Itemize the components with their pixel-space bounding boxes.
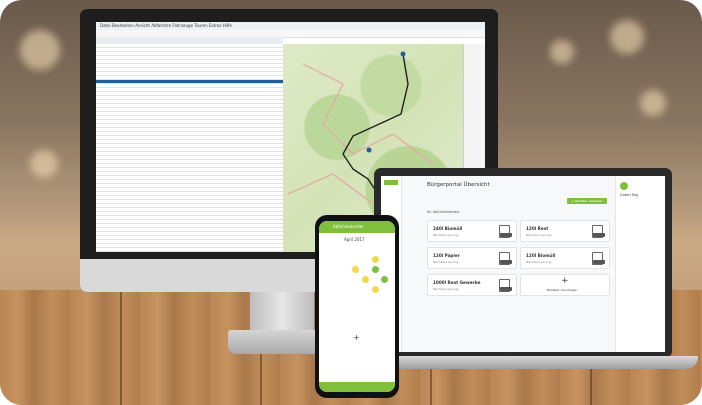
card-subtitle: Nächste Leerung	[526, 233, 552, 237]
card-title: 240l Biomüll	[433, 226, 463, 231]
greeting: Guten Tag	[620, 193, 638, 197]
calendar-day[interactable]	[333, 276, 340, 283]
bokeh-light	[550, 40, 574, 64]
calendar-day[interactable]	[372, 276, 379, 283]
calendar-day[interactable]	[342, 286, 349, 293]
calendar-day[interactable]	[371, 266, 379, 273]
right-panel: Guten Tag	[615, 176, 665, 352]
section-label: Ihr Abfuhrkalender	[427, 210, 460, 214]
add-container-card[interactable]: + Behälter hinzufügen	[520, 274, 610, 296]
card-subtitle: Nächste Leerung	[526, 260, 552, 264]
bokeh-light	[20, 30, 60, 70]
card-title: 1000l Rest Gewerbe	[433, 280, 481, 285]
laptop: Bürgerportal Übersicht Ihr Abfuhrkalende…	[374, 168, 672, 358]
menu-bar[interactable]: Datei Bearbeiten Ansicht Abfahrten Fahrz…	[96, 22, 485, 30]
bokeh-light	[640, 90, 666, 116]
calendar-day[interactable]	[342, 276, 349, 283]
card-action-button[interactable]	[593, 233, 605, 237]
calendar-month: April 2017	[344, 237, 365, 242]
table-row[interactable]	[96, 248, 283, 252]
smartphone: Abfuhrkalender April 2017 +	[315, 215, 399, 398]
calendar-day[interactable]	[352, 256, 359, 263]
container-card[interactable]: 1000l Rest Gewerbe Nächste Leerung	[427, 274, 517, 296]
calendar-day[interactable]	[361, 276, 369, 283]
calendar-day[interactable]	[323, 256, 330, 263]
monitor-stand	[250, 292, 314, 332]
data-grid[interactable]	[96, 44, 283, 252]
mobile-tab-bar[interactable]	[319, 382, 395, 392]
card-action-button[interactable]	[500, 233, 512, 237]
calendar-day[interactable]	[323, 286, 330, 293]
plus-icon: +	[561, 276, 569, 286]
calendar-day[interactable]	[381, 286, 388, 293]
card-subtitle: Nächste Leerung	[433, 287, 459, 291]
calendar-day[interactable]	[362, 246, 369, 253]
calendar-day[interactable]	[371, 286, 379, 293]
calendar-day[interactable]	[333, 256, 340, 263]
card-title: Behälter hinzufügen	[547, 288, 578, 292]
calendar-day[interactable]	[323, 296, 330, 303]
calendar-day[interactable]	[381, 246, 388, 253]
calendar-grid[interactable]	[323, 246, 391, 308]
calendar-day[interactable]	[362, 296, 369, 303]
calendar-day[interactable]	[352, 276, 359, 283]
card-action-button[interactable]	[500, 260, 512, 264]
calendar-day[interactable]	[381, 266, 388, 273]
calendar-day[interactable]	[333, 296, 340, 303]
laptop-web-app: Bürgerportal Übersicht Ihr Abfuhrkalende…	[381, 176, 665, 352]
laptop-base	[352, 356, 698, 369]
card-subtitle: Nächste Leerung	[433, 233, 459, 237]
mobile-app: Abfuhrkalender April 2017 +	[319, 221, 395, 392]
calendar-day[interactable]	[323, 276, 330, 283]
calendar-day[interactable]	[352, 296, 359, 303]
mobile-header-title: Abfuhrkalender	[333, 224, 364, 229]
container-card[interactable]: 120l Rest Nächste Leerung	[520, 220, 610, 242]
calendar-day[interactable]	[342, 266, 349, 273]
calendar-day[interactable]	[362, 266, 369, 273]
calendar-day[interactable]	[342, 246, 349, 253]
card-action-button[interactable]	[500, 287, 512, 291]
logo	[384, 180, 398, 185]
calendar-day[interactable]	[352, 266, 360, 273]
calendar-day[interactable]	[372, 246, 379, 253]
card-subtitle: Nächste Leerung	[433, 260, 459, 264]
product-photo-scene: Datei Bearbeiten Ansicht Abfahrten Fahrz…	[0, 0, 702, 405]
avatar[interactable]	[620, 182, 628, 190]
calendar-day[interactable]	[333, 246, 340, 253]
order-container-button[interactable]: + Behälter bestellen	[567, 198, 607, 204]
mobile-header: Abfuhrkalender	[319, 221, 395, 233]
page-title: Bürgerportal Übersicht	[427, 182, 490, 188]
calendar-day[interactable]	[342, 296, 349, 303]
card-title: 120l Rest	[526, 226, 549, 231]
card-action-button[interactable]	[593, 260, 605, 264]
container-card[interactable]: 120l Biomüll Nächste Leerung	[520, 247, 610, 269]
calendar-day[interactable]	[352, 286, 359, 293]
card-title: 120l Papier	[433, 253, 460, 258]
calendar-day[interactable]	[323, 266, 330, 273]
calendar-day[interactable]	[323, 246, 330, 253]
calendar-day[interactable]	[372, 296, 379, 303]
calendar-day[interactable]	[371, 256, 379, 263]
add-icon[interactable]: +	[353, 333, 360, 342]
calendar-day[interactable]	[342, 256, 349, 263]
card-title: 120l Biomüll	[526, 253, 556, 258]
bokeh-light	[30, 150, 58, 178]
calendar-day[interactable]	[333, 266, 340, 273]
calendar-day[interactable]	[362, 286, 369, 293]
calendar-day[interactable]	[333, 286, 340, 293]
calendar-day[interactable]	[381, 256, 388, 263]
calendar-day[interactable]	[362, 256, 369, 263]
container-card[interactable]: 120l Papier Nächste Leerung	[427, 247, 517, 269]
calendar-day[interactable]	[381, 296, 388, 303]
calendar-day[interactable]	[381, 276, 389, 283]
bokeh-light	[610, 20, 644, 54]
calendar-day[interactable]	[352, 246, 359, 253]
container-card[interactable]: 240l Biomüll Nächste Leerung	[427, 220, 517, 242]
